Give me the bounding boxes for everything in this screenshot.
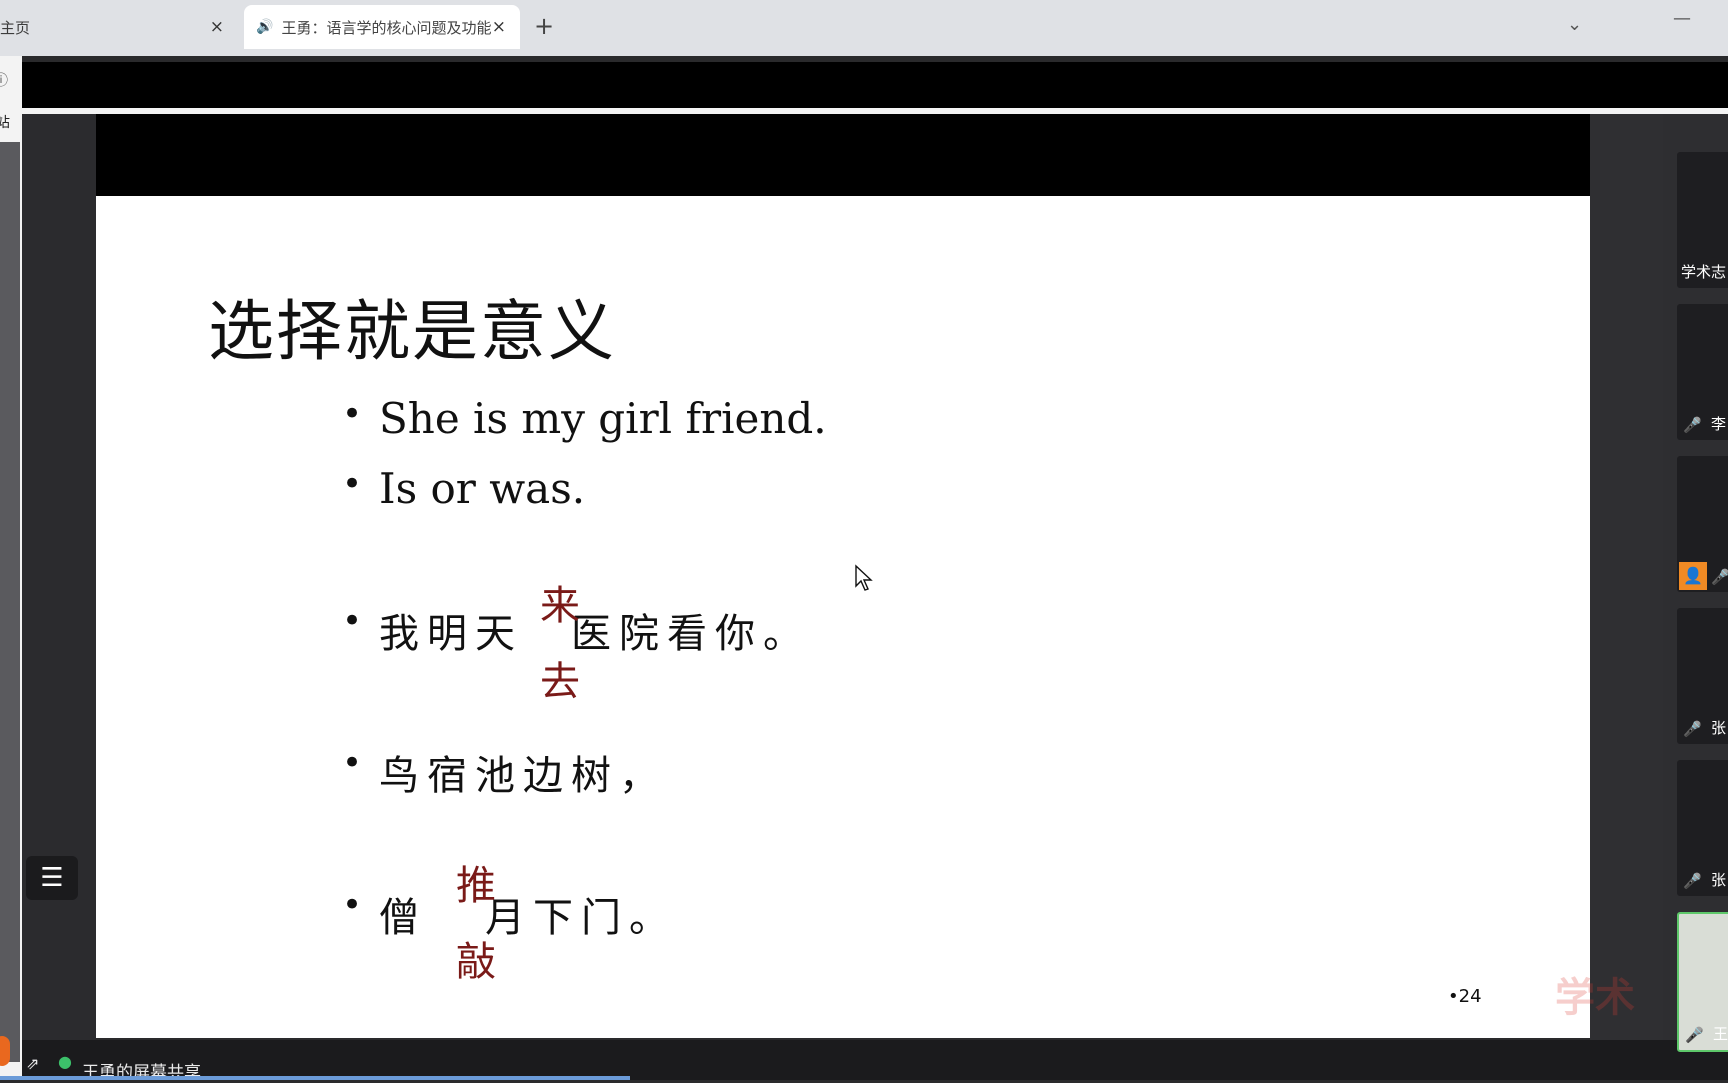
mouse-cursor-icon [855, 564, 873, 591]
microphone-icon: 🎤 [1685, 1026, 1704, 1044]
bullet-dot: • [342, 885, 363, 925]
loading-progress-bar [0, 1076, 630, 1080]
app-icon[interactable] [0, 1036, 10, 1066]
participant-tile[interactable]: 🎤 张 [1677, 608, 1728, 744]
close-tab-icon[interactable]: × [492, 17, 506, 37]
word-choice-option: 敲 [456, 939, 496, 985]
slide-page-number: •24 [1448, 986, 1482, 1007]
mic-muted-icon: 🎤 [1711, 568, 1728, 586]
browser-left-edge: ⓘ 站 [0, 56, 22, 1080]
participants-panel: 学术志 🎤 李 👤 🎤 🎤 张 🎤 张 🎤 王 [1663, 114, 1728, 1052]
list-menu-icon[interactable]: ☰ [26, 856, 78, 900]
participant-name: 李 [1711, 415, 1727, 433]
background-window [0, 142, 20, 1062]
bullet-text-after: 医院看你。 [571, 611, 811, 657]
bullet-text-before: 僧 [379, 895, 427, 941]
participant-name: 学术志 [1681, 263, 1727, 281]
participant-tile[interactable]: 🎤 李 [1677, 304, 1728, 440]
participant-tile[interactable]: 🎤 张 [1677, 760, 1728, 896]
browser-tab-strip: 主页 × 🔊 王勇：语言学的核心问题及功能 × + ⌄ — [0, 0, 1728, 56]
bullet-text: 僧 月下门。 [379, 885, 677, 943]
mic-muted-icon: 🎤 [1683, 872, 1702, 890]
slide-title: 选择就是意义 [208, 293, 616, 370]
participant-name: 张 [1711, 719, 1727, 737]
speaker-icon: 🔊 [256, 19, 274, 35]
bullet-dot: • [342, 601, 363, 641]
bullet-text-after: 月下门。 [485, 895, 677, 941]
slide-letterbox [96, 114, 1590, 196]
screen-share-bar: ⇗ ● 王勇的屏幕共享 [22, 1040, 1728, 1083]
close-tab-icon[interactable]: × [210, 17, 224, 37]
share-screen-icon[interactable]: ⇗ [26, 1054, 39, 1073]
bullet-dot: • [342, 743, 363, 783]
word-choice-option: 去 [540, 659, 580, 705]
bullet-text: She is my girl friend. [379, 394, 827, 443]
avatar-icon: 👤 [1679, 562, 1707, 590]
bullet-text: Is or was. [379, 464, 586, 513]
new-tab-button[interactable]: + [534, 12, 554, 40]
browser-tab-lecture[interactable]: 🔊 王勇：语言学的核心问题及功能 × [244, 5, 520, 49]
meeting-top-bar [22, 62, 1728, 108]
bullet-dot: • [342, 394, 363, 434]
bullet-text: 我明天 医院看你。 [379, 601, 811, 659]
word-choice-option: 来 [540, 583, 580, 629]
chevron-down-icon[interactable]: ⌄ [1567, 14, 1582, 35]
word-choice-option: 推 [456, 863, 496, 909]
minimize-button[interactable]: — [1673, 8, 1691, 29]
mic-muted-icon: 🎤 [1683, 720, 1702, 738]
shared-slide: 选择就是意义 • She is my girl friend. • Is or … [96, 196, 1590, 1038]
meeting-left-panel [22, 114, 96, 1040]
mic-muted-icon: 🎤 [1683, 416, 1702, 434]
participant-tile[interactable]: 👤 🎤 [1677, 456, 1728, 592]
tab-label: 主页 [0, 18, 31, 37]
browser-tab-home[interactable]: 主页 × [0, 5, 238, 49]
participant-name: 王 [1713, 1025, 1728, 1043]
bullet-text: 鸟宿池边树， [379, 753, 667, 799]
participant-name: 张 [1711, 871, 1727, 889]
info-icon: ⓘ [0, 73, 8, 89]
bullet-dot: • [342, 464, 363, 504]
watermark-logo: 学术 [1555, 975, 1635, 1021]
tab-label: 王勇：语言学的核心问题及功能 [281, 18, 492, 37]
microphone-icon: ● [58, 1052, 72, 1071]
slide-side-margin [1590, 114, 1663, 1040]
participant-tile-active-speaker[interactable]: 🎤 王 [1677, 912, 1728, 1052]
bullet-text-before: 我明天 [379, 611, 523, 657]
participant-tile[interactable]: 学术志 [1677, 152, 1728, 288]
bookmark-label: 站 [0, 115, 10, 131]
